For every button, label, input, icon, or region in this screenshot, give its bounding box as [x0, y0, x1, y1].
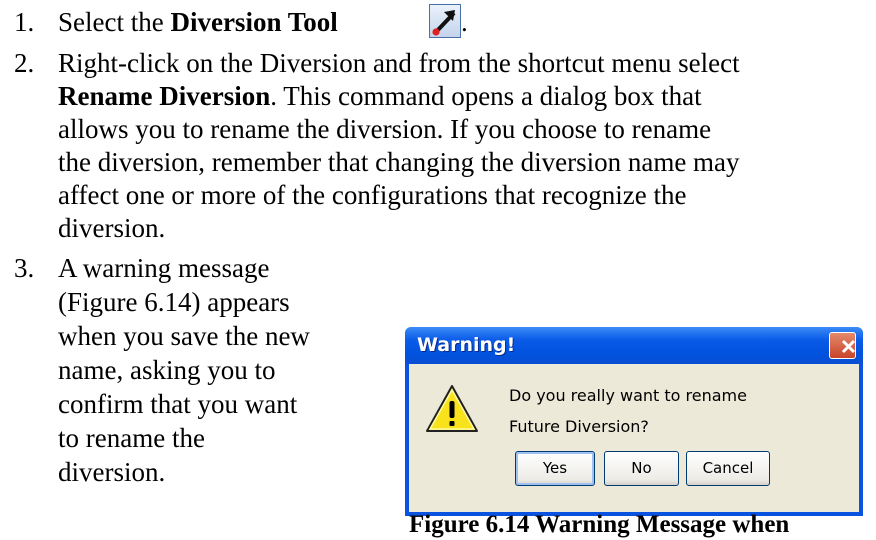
- yes-button[interactable]: Yes: [515, 451, 595, 486]
- step-line: the diversion, remember that changing th…: [58, 147, 740, 177]
- step-line: allows you to rename the diversion. If y…: [58, 114, 712, 144]
- no-button[interactable]: No: [604, 451, 679, 486]
- dialog-title: Warning!: [417, 334, 516, 356]
- step-line: Rename Diversion. This command opens a d…: [58, 80, 702, 113]
- diversion-arrow-icon: [429, 4, 461, 38]
- step-line: diversion.: [58, 213, 166, 243]
- step-line: A warning message: [58, 253, 270, 283]
- dialog-message-line: Do you really want to rename: [509, 386, 747, 405]
- step-line: diversion.: [58, 457, 166, 487]
- warning-dialog: Warning! Do you really want to rename Fu…: [405, 327, 863, 516]
- step-line: to rename the: [58, 423, 205, 453]
- step-line-bold: Rename Diversion: [58, 81, 271, 111]
- warning-icon: [426, 385, 478, 432]
- dialog-message: Do you really want to rename Future Dive…: [509, 380, 747, 442]
- dialog-body: Do you really want to rename Future Dive…: [409, 364, 859, 512]
- step-number: 2.: [14, 48, 35, 78]
- close-button[interactable]: [829, 332, 856, 359]
- step-text-bold: Diversion Tool: [170, 7, 338, 37]
- step-text-suffix: .: [461, 7, 468, 37]
- step-line: Right-click on the Diversion and from th…: [58, 48, 740, 78]
- close-icon: [841, 339, 856, 354]
- step-line: when you save the new: [58, 321, 310, 351]
- step-text-prefix: Select the: [58, 7, 171, 37]
- step-text: Select the Diversion Tool: [58, 6, 338, 39]
- cancel-button[interactable]: Cancel: [686, 451, 770, 486]
- step-line: affect one or more of the configurations…: [58, 180, 687, 210]
- step-number: 3.: [14, 253, 35, 283]
- figure-caption: Figure 6.14 Warning Message when: [409, 511, 790, 538]
- step-line: name, asking you to: [58, 355, 276, 385]
- step-number: 1.: [14, 7, 35, 37]
- dialog-titlebar[interactable]: Warning!: [405, 327, 863, 364]
- step-line: confirm that you want: [58, 389, 298, 419]
- dialog-message-line: Future Diversion?: [509, 417, 649, 436]
- step-line: (Figure 6.14) appears: [58, 287, 290, 317]
- step-line-rest: . This command opens a dialog box that: [270, 81, 702, 111]
